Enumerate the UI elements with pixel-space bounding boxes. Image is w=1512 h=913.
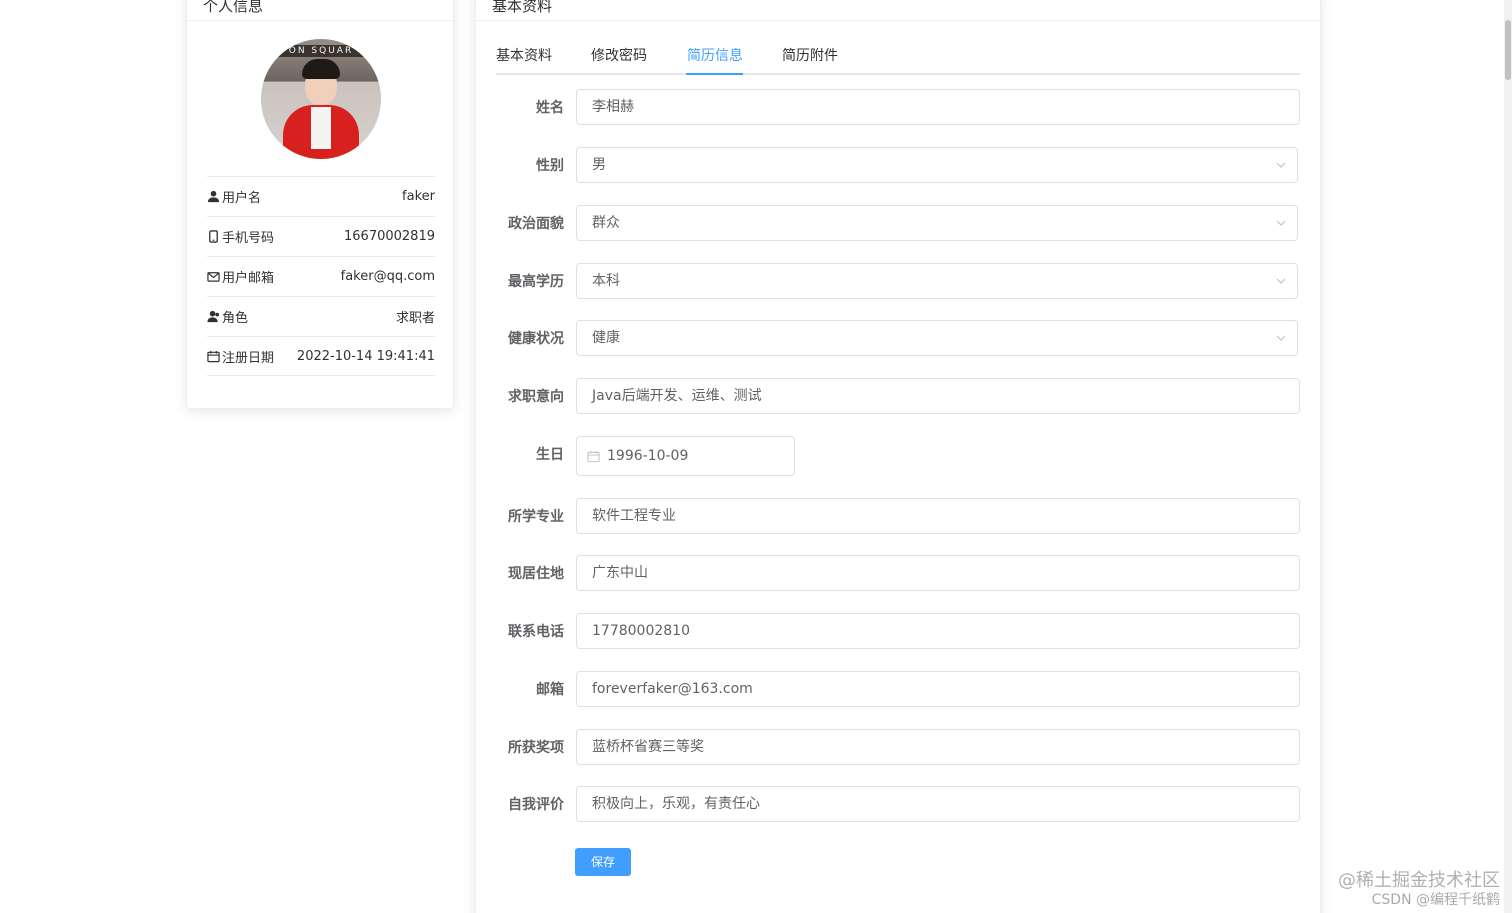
form-row-education: 最高学历 本科 [496, 263, 1300, 299]
label-self-eval: 自我评价 [508, 797, 564, 813]
form-row-gender: 性别 男 [496, 147, 1300, 183]
tab-bar: 基本资料 修改密码 简历信息 简历附件 [496, 35, 1300, 75]
label-gender: 性别 [536, 158, 564, 174]
input-phone[interactable]: 17780002810 [576, 613, 1300, 649]
tab-resume-attachment[interactable]: 简历附件 [782, 45, 838, 65]
input-address[interactable]: 广东中山 [576, 555, 1300, 591]
label-awards: 所获奖项 [508, 740, 564, 756]
form-row-awards: 所获奖项 蓝桥杯省赛三等奖 [496, 729, 1300, 765]
scrollbar-thumb[interactable] [1505, 20, 1511, 80]
label-education: 最高学历 [508, 274, 564, 290]
input-name[interactable]: 李相赫 [576, 89, 1300, 125]
chevron-down-icon [1276, 220, 1286, 226]
info-value-phone: 16670002819 [344, 229, 435, 244]
chevron-down-icon [1276, 335, 1286, 341]
profile-card: 个人信息 ON SQUAR 用户名 faker 手机号码 16670002819… [186, 0, 454, 409]
date-picker-birthday[interactable]: 1996-10-09 [576, 436, 795, 476]
info-value-email: faker@qq.com [340, 269, 435, 284]
main-card-title: 基本资料 [492, 0, 553, 15]
input-self-eval[interactable]: 积极向上，乐观，有责任心 [576, 786, 1300, 822]
label-name: 姓名 [536, 100, 564, 116]
chevron-down-icon [1276, 278, 1286, 284]
avatar[interactable]: ON SQUAR [261, 39, 381, 159]
role-icon [207, 310, 220, 323]
form-row-name: 姓名 李相赫 [496, 89, 1300, 125]
info-row-role: 角色 求职者 [207, 296, 435, 336]
mail-icon [207, 272, 220, 282]
date-picker-birthday-value: 1996-10-09 [607, 448, 689, 464]
info-value-role: 求职者 [395, 311, 435, 326]
tab-resume-info[interactable]: 简历信息 [687, 45, 743, 65]
input-intention[interactable]: Java后端开发、运维、测试 [576, 378, 1300, 414]
label-email: 邮箱 [536, 682, 564, 698]
form-row-health: 健康状况 健康 [496, 320, 1300, 356]
info-row-email: 用户邮箱 faker@qq.com [207, 256, 435, 296]
form-row-political: 政治面貌 群众 [496, 205, 1300, 241]
watermark-csdn: CSDN @编程千纸鹤 [1371, 892, 1500, 908]
info-row-phone: 手机号码 16670002819 [207, 216, 435, 256]
select-education-value: 本科 [592, 273, 620, 289]
select-health[interactable]: 健康 [576, 320, 1298, 356]
select-political-value: 群众 [592, 215, 620, 231]
info-label-username: 用户名 [222, 191, 262, 206]
profile-info-list: 用户名 faker 手机号码 16670002819 用户邮箱 faker@qq… [207, 176, 435, 376]
page-scrollbar[interactable] [1504, 0, 1512, 913]
form-row-intention: 求职意向 Java后端开发、运维、测试 [496, 378, 1300, 414]
tab-basic-info[interactable]: 基本资料 [496, 45, 552, 65]
select-education[interactable]: 本科 [576, 263, 1298, 299]
user-icon [207, 190, 220, 203]
select-health-value: 健康 [592, 330, 620, 346]
select-gender[interactable]: 男 [576, 147, 1298, 183]
input-email[interactable]: foreverfaker@163.com [576, 671, 1300, 707]
calendar-icon [207, 350, 220, 362]
label-intention: 求职意向 [508, 389, 564, 405]
info-value-register-date: 2022-10-14 19:41:41 [296, 348, 435, 364]
tab-change-password[interactable]: 修改密码 [591, 45, 647, 65]
phone-icon [209, 230, 218, 243]
info-label-role: 角色 [222, 311, 249, 326]
info-row-register-date: 注册日期 2022-10-14 19:41:41 [207, 336, 435, 376]
main-card-header: 基本资料 [476, 0, 1320, 21]
form-row-email: 邮箱 foreverfaker@163.com [496, 671, 1300, 707]
info-row-username: 用户名 faker [207, 176, 435, 216]
chevron-down-icon [1276, 162, 1286, 168]
info-label-email: 用户邮箱 [222, 271, 275, 286]
select-gender-value: 男 [592, 157, 606, 173]
info-label-phone: 手机号码 [222, 231, 275, 246]
calendar-icon [587, 450, 600, 463]
avatar-background-sign: ON SQUAR [269, 45, 373, 57]
label-major: 所学专业 [508, 509, 564, 525]
input-major[interactable]: 软件工程专业 [576, 498, 1300, 534]
select-political[interactable]: 群众 [576, 205, 1298, 241]
label-birthday: 生日 [536, 447, 564, 463]
form-row-self-eval: 自我评价 积极向上，乐观，有责任心 [496, 786, 1300, 822]
form-row-birthday: 生日 1996-10-09 [496, 436, 1300, 476]
label-health: 健康状况 [508, 331, 564, 347]
save-button[interactable]: 保存 [575, 848, 631, 876]
form-row-phone: 联系电话 17780002810 [496, 613, 1300, 649]
info-value-username: faker [402, 189, 435, 204]
info-label-register-date: 注册日期 [222, 350, 275, 366]
label-phone: 联系电话 [508, 624, 564, 640]
label-political: 政治面貌 [508, 216, 564, 232]
form-row-major: 所学专业 软件工程专业 [496, 498, 1300, 534]
profile-card-title: 个人信息 [203, 0, 264, 15]
form-row-address: 现居住地 广东中山 [496, 555, 1300, 591]
label-address: 现居住地 [508, 566, 564, 582]
input-awards[interactable]: 蓝桥杯省赛三等奖 [576, 729, 1300, 765]
main-card: 基本资料 基本资料 修改密码 简历信息 简历附件 姓名 李相赫 性别 男 政治面… [475, 0, 1321, 913]
profile-card-header: 个人信息 [187, 0, 453, 21]
tab-active-indicator [686, 73, 743, 75]
